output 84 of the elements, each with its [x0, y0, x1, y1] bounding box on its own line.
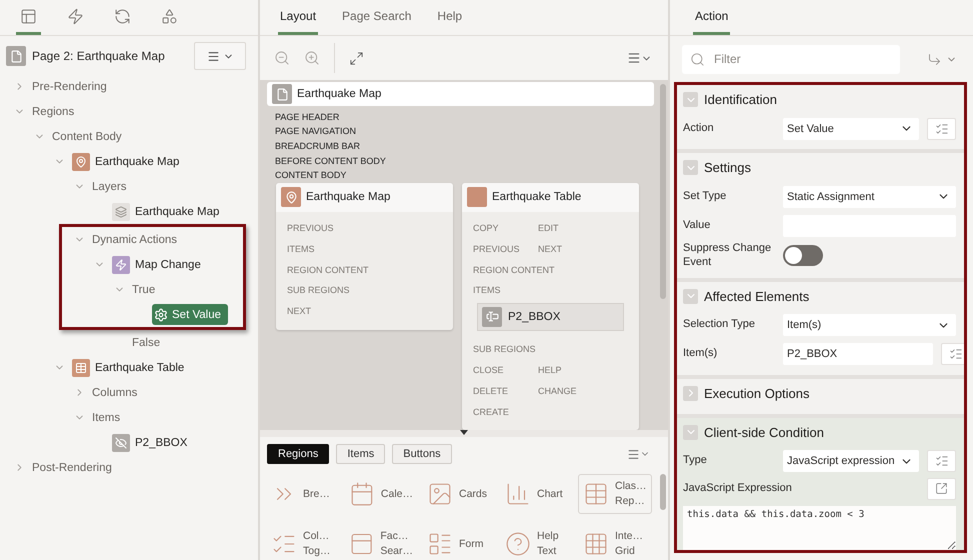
region-title: Earthquake Table — [492, 191, 582, 204]
tree-node[interactable]: Content Body — [52, 130, 122, 142]
gallery-tab[interactable]: Items — [336, 444, 386, 464]
slot-label: HELP — [538, 365, 563, 376]
select-field[interactable]: Set Value — [783, 118, 919, 140]
select-field[interactable]: Static Assignment — [783, 186, 956, 208]
gallery-tab[interactable]: Regions — [267, 444, 330, 464]
tree-node[interactable]: Regions — [32, 106, 74, 118]
group-title: Affected Elements — [704, 288, 810, 304]
slot-label: CHANGE — [538, 386, 578, 396]
slot-label: REGION CONTENT — [287, 264, 369, 275]
slot-label: CLOSE — [473, 365, 505, 376]
item-card[interactable]: P2_BBOX — [477, 302, 624, 331]
tree-node[interactable]: Pre-Rendering — [32, 80, 107, 92]
slot-label: REGION CONTENT — [473, 264, 555, 275]
position-label: PAGE NAVIGATION — [274, 125, 358, 138]
field-label: Selection Type — [683, 318, 756, 332]
group-title: Settings — [704, 160, 751, 175]
field-label: Value — [683, 218, 712, 232]
tree-node[interactable]: False — [132, 336, 160, 348]
gallery-item[interactable]: Col… Tog… — [266, 524, 340, 560]
field-label: Type — [683, 454, 708, 468]
gallery-item[interactable]: Chart — [500, 474, 574, 514]
position-label: BREADCRUMB BAR — [274, 140, 362, 154]
slot-label: EDIT — [538, 223, 560, 234]
slot-label: CREATE — [473, 406, 510, 417]
slot-label: NEXT — [287, 306, 312, 316]
page-card[interactable]: Earthquake Map — [267, 82, 654, 106]
gallery-tab[interactable]: Buttons — [392, 444, 452, 464]
slot-label: ITEMS — [473, 285, 502, 296]
slot-label: NEXT — [538, 244, 564, 254]
tree-node[interactable]: True — [132, 284, 156, 296]
tree-node[interactable]: Dynamic Actions — [92, 234, 178, 246]
slot-label: DELETE — [473, 386, 510, 396]
field-label: Item(s) — [683, 347, 718, 361]
tree-node[interactable]: Earthquake Map — [135, 206, 220, 218]
gallery-item[interactable]: Cards — [422, 474, 496, 514]
code-editor[interactable]: this.data && this.data.zoom < 3 — [683, 506, 956, 550]
group-title: Execution Options — [704, 386, 810, 400]
group-title: Client-side Condition — [704, 424, 824, 440]
tree-node[interactable]: Set Value — [152, 304, 228, 325]
tree-node[interactable]: Post-Rendering — [32, 462, 112, 474]
property-tab[interactable]: Action — [693, 0, 730, 35]
tree-node[interactable]: Items — [92, 412, 120, 424]
tree-node[interactable]: Map Change — [135, 258, 201, 270]
slot-label: COPY — [473, 223, 500, 234]
gallery-item[interactable]: Clas… Rep… — [578, 474, 652, 514]
region-title: Earthquake Map — [306, 191, 390, 204]
select-field[interactable]: Item(s) — [783, 314, 956, 336]
slot-label: ITEMS — [287, 244, 316, 254]
tree-node[interactable]: Earthquake Map — [95, 156, 180, 168]
slot-label: SUB REGIONS — [287, 285, 350, 296]
select-field[interactable]: JavaScript expression — [783, 450, 919, 472]
group-title: Identification — [704, 92, 777, 107]
layout-tab[interactable]: Help — [435, 0, 464, 35]
page-title: Earthquake Map — [297, 88, 382, 100]
gallery-item[interactable]: Cale… — [344, 474, 418, 514]
gallery-item[interactable]: Inte… Grid — [578, 524, 652, 560]
tree-node[interactable]: P2_BBOX — [135, 436, 188, 448]
gallery-item[interactable]: Bre… — [266, 474, 340, 514]
position-label: BEFORE CONTENT BODY — [274, 154, 387, 168]
slot-label: SUB REGIONS — [473, 344, 536, 354]
slot-label: PREVIOUS — [287, 223, 335, 234]
page-title: Page 2: Earthquake Map — [32, 49, 166, 63]
field-label: Action — [683, 122, 715, 136]
tree-node[interactable]: Layers — [92, 180, 127, 192]
gallery-item[interactable]: Help Text — [500, 524, 574, 560]
tree-node[interactable]: Columns — [92, 386, 138, 398]
position-label: CONTENT BODY — [274, 169, 348, 182]
slot-label: PREVIOUS — [473, 244, 521, 254]
region-card[interactable]: Earthquake Map PREVIOUS ITEMS REGION CONTENT SUB REGIONS NEXT — [276, 182, 453, 330]
position-label: PAGE HEADER — [274, 110, 340, 124]
gallery-item[interactable]: Form — [422, 524, 496, 560]
filter-field[interactable]: Filter — [682, 44, 900, 74]
layout-tab[interactable]: Page Search — [340, 0, 414, 35]
region-card[interactable]: Earthquake Table COPY EDIT PREVIOUS NEXT REGION CONTENT ITEMS P2_BBOX SUB REGIONS CLOSE HELP DELETE CHANGE CREATE — [462, 182, 639, 430]
tree-node[interactable]: Earthquake Table — [95, 362, 184, 374]
field-label: JavaScript Expression — [683, 482, 792, 496]
layout-tab[interactable]: Layout — [278, 0, 318, 35]
field-label: Suppress Change Event — [683, 242, 772, 270]
gallery-item[interactable]: Fac… Sear… — [344, 524, 418, 560]
item-name: P2_BBOX — [508, 310, 560, 323]
field-label: Set Type — [683, 190, 728, 204]
text-field[interactable]: P2_BBOX — [783, 343, 933, 365]
